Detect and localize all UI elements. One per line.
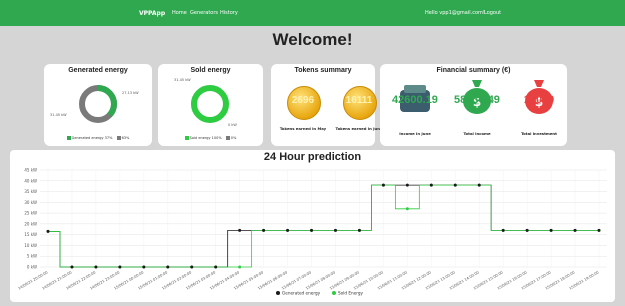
data-point — [405, 207, 409, 211]
nav-history[interactable]: History — [220, 10, 238, 16]
data-point — [357, 228, 361, 232]
legend-label: Sold Energy — [338, 291, 364, 296]
tokens-may-caption: Tokens earned in May — [279, 126, 327, 131]
financial-card: Financial summary (€) 42600.19 Income in… — [380, 64, 567, 146]
sold-legend-item-rest: 0% — [230, 136, 237, 140]
generated-energy-card: Generated energy 27.13 kW 31.45 kW Gener… — [44, 64, 152, 146]
logout-link[interactable]: Logout — [484, 10, 501, 16]
data-point — [286, 228, 290, 232]
y-tick-label: 45 kW — [24, 168, 37, 173]
y-tick-label: 15 kW — [24, 232, 37, 237]
tokens-june-value: 16111 — [345, 95, 373, 106]
data-point — [573, 228, 577, 232]
legend-swatch-icon — [66, 136, 71, 140]
legend-swatch-icon — [225, 136, 230, 140]
data-point — [166, 265, 170, 269]
income-june-caption: Income in June — [399, 131, 431, 136]
data-point — [501, 228, 505, 232]
generated-legend-item-rest: 63% — [121, 136, 130, 140]
nav-home[interactable]: Home — [172, 10, 187, 16]
user-greeting: Hello vpp1@gmail.com! — [425, 10, 485, 16]
y-tick-label: 20 kW — [24, 221, 37, 226]
legend-swatch-icon — [116, 136, 121, 140]
sold-label-top: 31.45 kW — [174, 78, 191, 82]
y-tick-label: 0 kW — [27, 265, 37, 270]
tokens-card: Tokens summary 2696 16111 Tokens earned … — [271, 64, 383, 146]
tokens-title: Tokens summary — [294, 67, 352, 74]
financial-title: Financial summary (€) — [436, 67, 511, 74]
total-investment-value: 15000 — [523, 94, 555, 106]
generated-label-top: 27.13 kW — [122, 91, 139, 95]
legend-label: Generated energy — [282, 291, 321, 296]
series-line — [48, 184, 599, 268]
generated-donut — [79, 85, 117, 123]
data-point — [46, 229, 50, 233]
data-point — [214, 265, 218, 269]
total-investment-caption: Total investment — [521, 131, 557, 136]
data-point — [142, 265, 146, 269]
total-income-value: 58836.49 — [454, 94, 500, 106]
y-tick-label: 5 kW — [27, 254, 37, 259]
tokens-may-value: 2696 — [291, 95, 315, 106]
data-point — [333, 228, 337, 232]
generated-label-left: 31.45 kW — [50, 113, 67, 117]
sold-legend: Sold energy 100% 0% — [158, 136, 263, 140]
data-point — [525, 228, 529, 232]
data-point — [310, 228, 314, 232]
income-june-value: 42600.19 — [392, 94, 438, 106]
sold-donut — [191, 85, 229, 123]
data-point — [190, 265, 194, 269]
sold-energy-card: Sold energy 31.45 kW 0 kW Sold energy 10… — [158, 64, 263, 146]
data-point — [94, 265, 98, 269]
y-tick-label: 40 kW — [24, 178, 37, 183]
y-tick-label: 30 kW — [24, 200, 37, 205]
y-tick-label: 10 kW — [24, 243, 37, 248]
legend-swatch-icon — [184, 136, 189, 140]
generated-legend: Generated energy 37% 63% — [44, 136, 152, 140]
legend-marker-icon — [332, 291, 336, 295]
data-point — [477, 183, 481, 187]
data-point — [238, 228, 242, 232]
y-tick-label: 25 kW — [24, 211, 37, 216]
data-point — [262, 228, 266, 232]
y-tick-label: 35 kW — [24, 189, 37, 194]
total-income-caption: Total income — [463, 131, 491, 136]
data-point — [381, 183, 385, 187]
generated-legend-item: Generated energy 37% — [71, 136, 113, 140]
brand-link[interactable]: VPPApp — [139, 10, 165, 17]
data-point — [70, 265, 74, 269]
sold-legend-item: Sold energy 100% — [189, 136, 222, 140]
data-point — [429, 183, 433, 187]
sold-label-bottom: 0 kW — [228, 123, 237, 127]
nav-generators[interactable]: Generators — [190, 10, 218, 16]
data-point — [405, 183, 409, 187]
data-point — [118, 265, 122, 269]
navbar: VPPApp Home Generators History Hello vpp… — [0, 0, 625, 26]
series-line — [48, 184, 599, 268]
prediction-chart: 0 kW 5 kW 10 kW 15 kW 20 kW 25 kW 30 kW 35 kW 40… — [18, 168, 607, 296]
data-point — [453, 183, 457, 187]
legend-marker-icon — [276, 291, 280, 295]
data-point — [597, 228, 601, 232]
page-title: Welcome! — [272, 30, 353, 49]
prediction-card: 24 Hour prediction 0 kW 5 kW 10 kW 15 kW 20 … — [10, 150, 615, 302]
data-point — [238, 265, 242, 269]
data-point — [549, 228, 553, 232]
